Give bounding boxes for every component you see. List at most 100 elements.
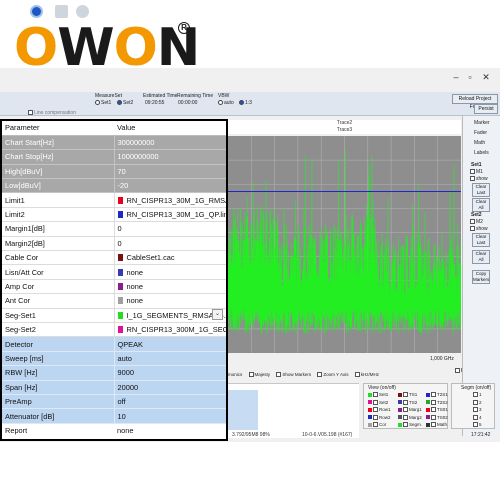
- table-row[interactable]: Limit1 RN_CISPR13_30M_1G_RMSAVG.lim: [2, 192, 226, 208]
- table-row[interactable]: Span [Hz] 20000: [2, 380, 226, 395]
- table-row[interactable]: Sweep [ms] auto: [2, 351, 226, 367]
- set2-m2-checkbox[interactable]: M2: [470, 219, 483, 225]
- parameter-value-cell[interactable]: none: [114, 279, 226, 295]
- view-toggle-checkbox[interactable]: T2S1: [426, 392, 448, 398]
- table-row[interactable]: Report none: [2, 423, 226, 438]
- side-item-fader[interactable]: Fader: [474, 130, 487, 136]
- zoom-y-axis-checkbox[interactable]: Zoom Y Axis: [317, 372, 348, 378]
- view-toggle-checkbox[interactable]: TS2: [398, 400, 417, 405]
- table-row[interactable]: Margin2[dB] 0: [2, 236, 226, 252]
- view-toggle-checkbox[interactable]: Segm.: [398, 422, 422, 428]
- spectrum-plot[interactable]: [228, 136, 461, 353]
- parameter-value-cell[interactable]: 10: [114, 408, 226, 424]
- table-row[interactable]: RBW [Hz] 9000: [2, 365, 226, 381]
- vbw-option-ratio[interactable]: 1:3: [239, 100, 252, 106]
- stop-button[interactable]: [76, 5, 89, 18]
- set2-clear-all-button[interactable]: Clear All: [472, 250, 490, 264]
- parameter-value: 0: [117, 224, 122, 234]
- set1-clear-all-button[interactable]: Clear All: [472, 198, 490, 212]
- view-toggle-checkbox[interactable]: TS01: [426, 407, 448, 413]
- parameter-value-cell[interactable]: RN_CISPR13_300M_1G_SEGMENTS: [114, 322, 226, 338]
- maximize-icon[interactable]: ▫: [462, 72, 478, 82]
- view-toggle-checkbox[interactable]: Set1: [368, 392, 388, 398]
- parameter-value-cell[interactable]: none: [114, 293, 226, 309]
- parameter-value-cell[interactable]: 9000: [114, 365, 226, 381]
- set2-show-checkbox[interactable]: show: [470, 226, 488, 232]
- parameter-value-cell[interactable]: off: [114, 394, 226, 410]
- status-coords: 3.792/95M8 98%: [232, 432, 270, 438]
- start-measurement-button[interactable]: [30, 5, 43, 18]
- parameter-value-cell[interactable]: QPEAK: [114, 336, 226, 352]
- view-toggle-checkbox[interactable]: Row2: [368, 415, 391, 420]
- side-item-labels[interactable]: Labels: [474, 150, 489, 156]
- set2-clear-last-button[interactable]: Clear Last: [472, 233, 490, 247]
- majesty-checkbox[interactable]: Majesty: [248, 372, 270, 378]
- segm-toggle-checkbox[interactable]: 5: [473, 422, 482, 428]
- parameter-value-cell[interactable]: RN_CISPR13_30M_1G_QP.lim: [114, 207, 226, 223]
- view-toggle-checkbox[interactable]: Marg2: [398, 415, 422, 420]
- parameter-value-cell[interactable]: -20: [114, 178, 226, 194]
- table-row[interactable]: Attenuator [dB] 10: [2, 408, 226, 424]
- pause-button[interactable]: [55, 5, 68, 18]
- table-row[interactable]: Ant Cor none: [2, 293, 226, 309]
- table-row[interactable]: Chart Stop[Hz] 1000000000: [2, 149, 226, 165]
- color-swatch: [426, 422, 430, 427]
- view-toggle-checkbox[interactable]: TS1: [398, 392, 418, 398]
- persist-button[interactable]: Persist: [474, 104, 498, 114]
- view-toggle-checkbox[interactable]: TS02: [426, 415, 448, 420]
- view-toggle-checkbox[interactable]: Cor: [368, 422, 386, 428]
- parameter-value: 9000: [117, 368, 134, 378]
- parameter-value-cell[interactable]: 0: [114, 221, 226, 237]
- show-markers-checkbox[interactable]: Show Markers: [276, 372, 311, 378]
- table-row[interactable]: Low[dBuV] -20: [2, 178, 226, 194]
- segm-toggle-checkbox[interactable]: 2: [473, 400, 482, 405]
- set1-show-checkbox[interactable]: show: [470, 176, 488, 182]
- table-row[interactable]: Margin1[dB] 0: [2, 221, 226, 237]
- chevron-down-icon[interactable]: ⌄: [212, 308, 223, 320]
- view-toggle-checkbox[interactable]: Math: [426, 422, 447, 428]
- table-row[interactable]: Cable Cor CableSet1.cac: [2, 250, 226, 266]
- measure-set-option-1[interactable]: Set1: [95, 100, 111, 106]
- view-toggle-checkbox[interactable]: Marg1: [398, 407, 422, 413]
- copy-markers-button[interactable]: Copy Markers: [472, 270, 490, 284]
- side-item-math[interactable]: Math: [474, 140, 485, 146]
- parameter-value-cell[interactable]: none: [114, 264, 226, 280]
- close-icon[interactable]: ✕: [478, 72, 494, 83]
- parameter-value-cell[interactable]: 300000000: [114, 135, 226, 151]
- reload-project-files-button[interactable]: Reload Project Files: [452, 94, 498, 110]
- segm-toggle-checkbox[interactable]: 1: [473, 392, 482, 398]
- table-row[interactable]: Chart Start[Hz] 300000000: [2, 135, 226, 151]
- table-row[interactable]: Limit2 RN_CISPR13_30M_1G_QP.lim: [2, 207, 226, 223]
- parameter-value-cell[interactable]: 70: [114, 164, 226, 180]
- parameter-value-cell[interactable]: CableSet1.cac: [114, 250, 226, 266]
- table-row[interactable]: Seg-Set1I_1G_SEGMENTS_RMSAVG.seg⌄: [2, 308, 226, 323]
- view-toggle-checkbox[interactable]: Row1: [368, 407, 391, 413]
- parameter-value-cell[interactable]: none: [114, 423, 226, 438]
- table-row[interactable]: Seg-Set2 RN_CISPR13_300M_1G_SEGMENTS: [2, 322, 226, 338]
- table-row[interactable]: PreAmp off: [2, 394, 226, 410]
- view-toggle-checkbox[interactable]: Set2: [368, 400, 388, 405]
- segm-toggle-checkbox[interactable]: 4: [473, 415, 482, 420]
- side-item-marker[interactable]: Marker: [474, 120, 490, 126]
- parameter-value-cell[interactable]: 20000: [114, 380, 226, 395]
- vbw-option-auto[interactable]: auto: [218, 100, 234, 106]
- parameter-value-cell[interactable]: 0: [114, 236, 226, 252]
- view-toggle-label: TS1: [409, 392, 418, 397]
- view-toggle-checkbox[interactable]: T2S2: [426, 400, 448, 405]
- parameter-value-cell[interactable]: auto: [114, 351, 226, 367]
- parameter-value-cell[interactable]: 1000000000: [114, 149, 226, 165]
- table-row[interactable]: Detector QPEAK: [2, 336, 226, 352]
- harmonics-option[interactable]: monics: [228, 372, 242, 377]
- parameter-value-cell[interactable]: I_1G_SEGMENTS_RMSAVG.seg⌄: [114, 308, 226, 323]
- table-row[interactable]: Amp Cor none: [2, 279, 226, 295]
- table-row[interactable]: Lisn/Att Cor none: [2, 264, 226, 280]
- measure-set-option-2[interactable]: Set2: [117, 100, 133, 106]
- parameter-value-cell[interactable]: RN_CISPR13_30M_1G_RMSAVG.lim: [114, 192, 226, 208]
- table-row[interactable]: High[dBuV] 70: [2, 164, 226, 180]
- set1-clear-last-button[interactable]: Clear Last: [472, 183, 490, 197]
- khz-mhz-checkbox[interactable]: kHz/MHz: [354, 372, 379, 378]
- color-swatch: [117, 326, 123, 334]
- line-compensation-checkbox[interactable]: Line compensation: [28, 110, 76, 116]
- segm-toggle-checkbox[interactable]: 3: [473, 407, 482, 413]
- set1-m1-checkbox[interactable]: M1: [470, 169, 483, 175]
